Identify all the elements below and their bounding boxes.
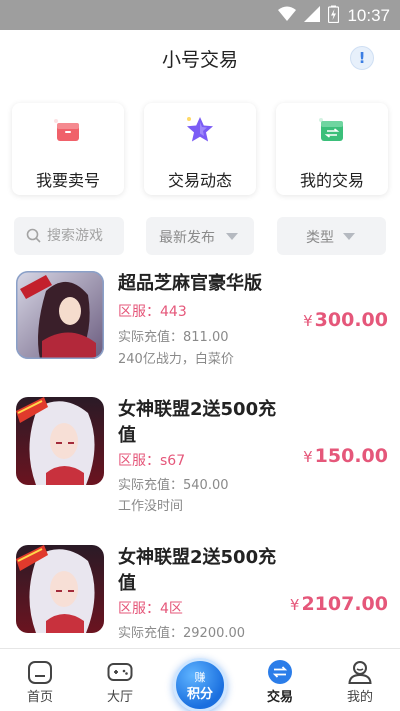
listing-server: 区服：4区 — [118, 601, 183, 617]
listing-title: 女神联盟2送500充值 — [118, 547, 277, 594]
gamepad-icon — [107, 659, 133, 685]
listing-recharge: 实际充值：29200.00 — [118, 626, 246, 641]
app-header: 小号交易 ! — [0, 30, 400, 86]
battery-charging-icon — [328, 5, 340, 27]
listing-title: 超品芝麻官豪华版 — [118, 273, 262, 294]
wifi-icon — [278, 6, 297, 26]
listing-description: 工作没时间 — [118, 499, 184, 514]
box-icon — [53, 115, 83, 145]
chevron-down-icon — [343, 233, 355, 240]
nav-mine[interactable]: 我的 — [330, 649, 390, 711]
status-bar-right: 10:37 — [278, 5, 390, 27]
game-thumbnail — [16, 397, 104, 485]
trade-news-card[interactable]: 交易动态 — [144, 103, 256, 195]
listing-recharge: 实际充值：811.00 — [118, 330, 229, 345]
listing-item[interactable]: 超品芝麻官豪华版 区服：443 实际充值：811.00 240亿战力，白菜价 ¥… — [16, 271, 388, 371]
type-dropdown[interactable]: 类型 — [277, 217, 386, 255]
game-thumbnail — [16, 271, 104, 359]
status-time: 10:37 — [347, 6, 390, 25]
game-thumbnail — [16, 545, 104, 633]
earn-points-line2: 积分 — [186, 687, 213, 702]
chevron-down-icon — [226, 233, 238, 240]
home-icon — [27, 659, 53, 685]
my-trades-label: 我的交易 — [299, 171, 364, 190]
my-trades-card[interactable]: 我的交易 — [276, 103, 388, 195]
status-bar: 10:37 — [0, 0, 400, 30]
nav-trade[interactable]: 交易 — [250, 649, 310, 711]
notice-icon[interactable]: ! — [350, 46, 374, 70]
search-input[interactable] — [47, 217, 123, 255]
nav-home-label: 首页 — [26, 690, 53, 705]
filter-bar: 最新发布 类型 — [14, 217, 386, 255]
currency-symbol: ¥ — [303, 448, 313, 466]
trade-icon — [267, 659, 293, 685]
nav-home[interactable]: 首页 — [10, 649, 70, 711]
sell-account-label: 我要卖号 — [35, 171, 100, 190]
currency-symbol: ¥ — [303, 312, 313, 330]
price-value: 150.00 — [314, 445, 388, 467]
listing-price: ¥2107.00 — [290, 593, 388, 615]
sell-account-card[interactable]: 我要卖号 — [12, 103, 124, 195]
listing-item[interactable]: 女神联盟2送500充值 区服：4区 实际充值：29200.00 ¥2107.00 — [16, 545, 388, 645]
page-title: 小号交易 — [161, 49, 238, 71]
listing-price: ¥300.00 — [303, 309, 388, 331]
price-value: 300.00 — [314, 309, 388, 331]
quick-actions: 我要卖号 交易动态 我的交易 — [12, 103, 388, 195]
price-value: 2107.00 — [301, 593, 388, 615]
currency-symbol: ¥ — [289, 596, 300, 614]
user-icon — [347, 659, 373, 685]
type-label: 类型 — [306, 230, 334, 246]
nav-trade-label: 交易 — [266, 690, 293, 705]
trade-news-label: 交易动态 — [167, 171, 232, 190]
nav-mine-label: 我的 — [346, 690, 373, 705]
listing-item[interactable]: 女神联盟2送500充值 区服：s67 实际充值：540.00 工作没时间 ¥15… — [16, 397, 388, 517]
listing-recharge: 实际充值：540.00 — [118, 478, 229, 493]
search-box[interactable] — [14, 217, 124, 255]
nav-lobby[interactable]: 大厅 — [90, 649, 150, 711]
listing-title: 女神联盟2送500充值 — [118, 399, 277, 446]
listing-price: ¥150.00 — [303, 445, 388, 467]
signal-icon — [304, 6, 321, 26]
listing-description: 240亿战力，白菜价 — [118, 352, 234, 367]
search-icon — [26, 228, 41, 243]
earn-points-button[interactable]: 赚 积分 — [173, 658, 227, 711]
listing-server: 区服：s67 — [118, 453, 186, 469]
sort-label: 最新发布 — [159, 230, 215, 246]
listing-server: 区服：443 — [118, 304, 187, 320]
star-icon — [185, 115, 215, 145]
nav-lobby-label: 大厅 — [106, 690, 133, 705]
sort-dropdown[interactable]: 最新发布 — [146, 217, 254, 255]
exchange-icon — [317, 115, 347, 145]
